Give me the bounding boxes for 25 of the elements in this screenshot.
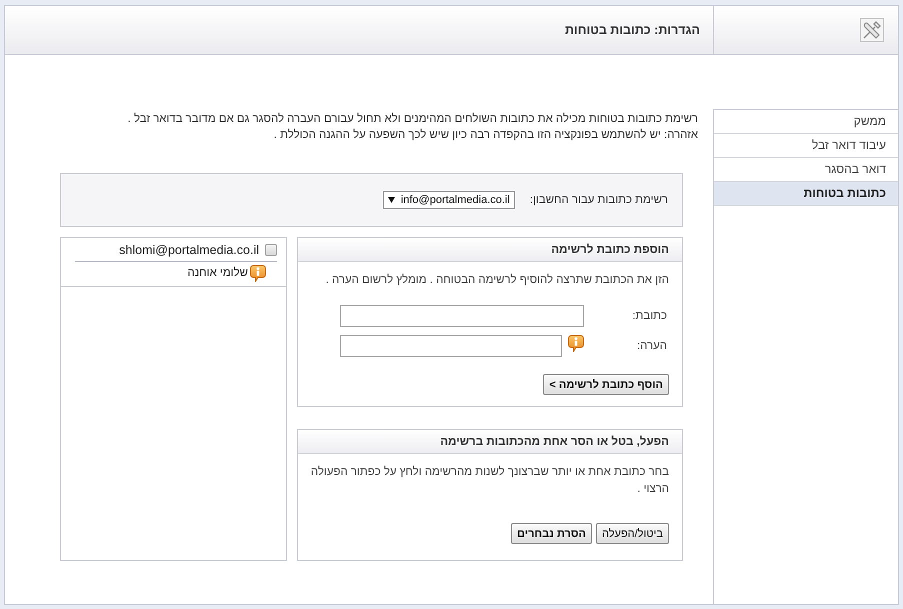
sidebar-item[interactable]: כתובות בטוחות bbox=[714, 182, 898, 206]
field-label: הערה: bbox=[636, 340, 667, 352]
info-icon bbox=[568, 335, 584, 352]
info-icon bbox=[250, 264, 266, 282]
account-label: רשימת כתובות עבור החשבון: bbox=[530, 194, 668, 206]
description-text: רשימת כתובות בטוחות מכילה את כתובות השולחים המהימנים ולא תחול עבורם העברה להסגר גם אם מדובר בדואר זבל . bbox=[126, 112, 698, 127]
input-field[interactable] bbox=[340, 335, 562, 357]
action-button[interactable]: ביטול/הפעלה bbox=[596, 523, 669, 544]
field-label: כתובת: bbox=[631, 310, 667, 322]
action-button[interactable]: הוסף כתובת לרשימה > bbox=[543, 374, 669, 395]
description-text: אזהרה: יש להשתמש בפונקציה הזו בהקפדה רבה כיון שיש לכך השפעה על ההגנה הכוללת . bbox=[272, 128, 698, 143]
input-field[interactable] bbox=[340, 305, 584, 327]
email-address: shlomi@portalmedia.co.il bbox=[119, 242, 259, 256]
page-title: הגדרות: כתובות בטוחות bbox=[564, 23, 700, 37]
hint-text: הזן את הכתובת שתרצה להוסיף לרשימה הבטוחה . מומלץ לרשום הערה . bbox=[324, 272, 669, 288]
account-dropdown[interactable]: info@portalmedia.co.il bbox=[382, 191, 515, 209]
tools-icon bbox=[860, 18, 884, 42]
address-note: שלומי אוחנה bbox=[187, 267, 248, 279]
checkbox[interactable] bbox=[265, 244, 277, 256]
caret-icon bbox=[388, 197, 395, 203]
account-value: info@portalmedia.co.il bbox=[400, 194, 510, 206]
sidebar-item[interactable]: ממשק bbox=[714, 110, 898, 134]
action-button[interactable]: הסרת נבחרים bbox=[511, 523, 592, 544]
hint-text: בחר כתובת אחת או יותר שברצונך לשנות מהרשימה ולחץ על כפתור הפעולה הרצוי . bbox=[310, 464, 669, 497]
sidebar-item[interactable]: עיבוד דואר זבל bbox=[714, 134, 898, 158]
